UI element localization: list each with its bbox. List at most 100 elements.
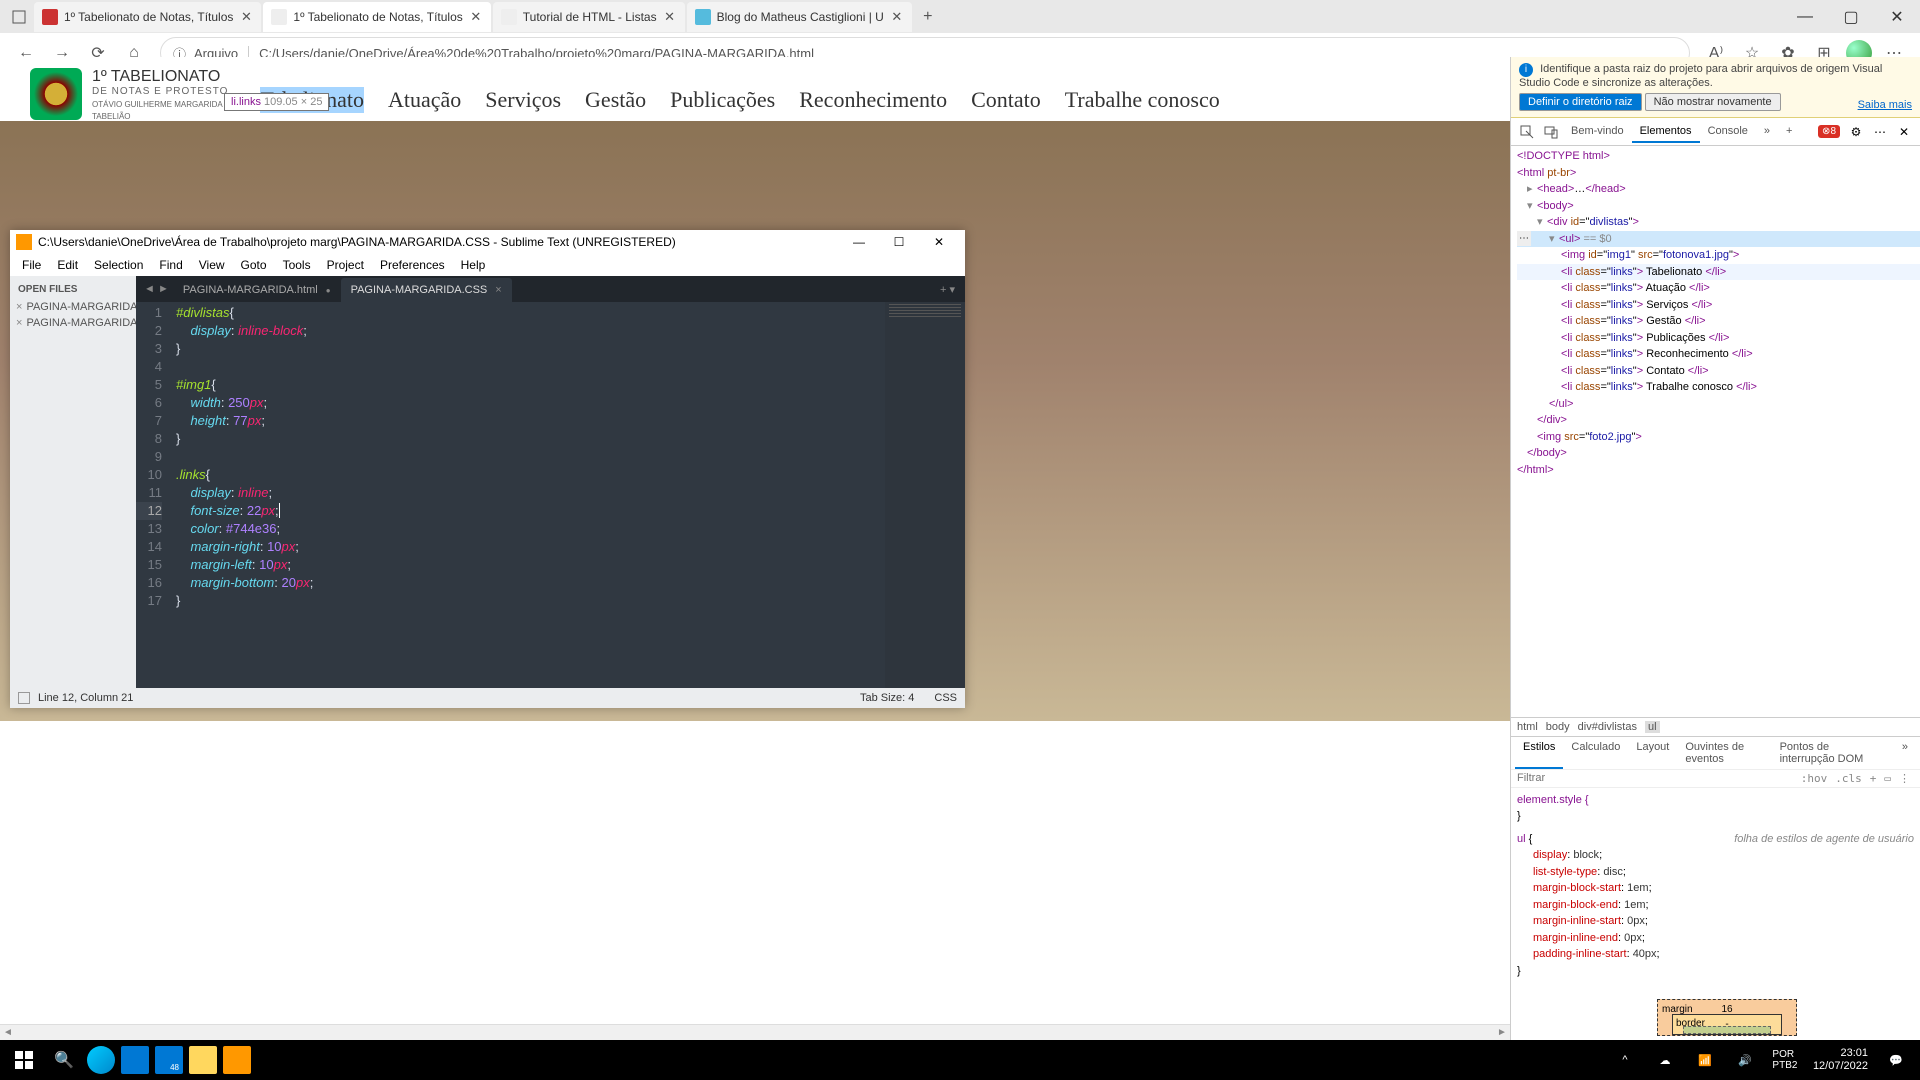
sublime-titlebar[interactable]: C:\Users\danie\OneDrive\Área de Trabalho…: [10, 230, 965, 254]
horizontal-scrollbar[interactable]: ◄►: [0, 1024, 1510, 1040]
browser-tab-3[interactable]: Blog do Matheus Castiglioni | U✕: [687, 2, 912, 32]
sidebar-file-0[interactable]: ×PAGINA-MARGARIDA.h: [10, 299, 136, 315]
code-area[interactable]: #divlistas{ display: inline-block; } #im…: [170, 302, 885, 688]
nav-item-reconhecimento[interactable]: Reconhecimento: [799, 87, 947, 113]
logo-line4: TABELIÃO: [92, 112, 228, 122]
close-icon[interactable]: ✕: [663, 10, 677, 24]
tab-nav-arrows[interactable]: ◄ ►: [140, 283, 173, 295]
browser-tab-2[interactable]: Tutorial de HTML - Listas✕: [493, 2, 685, 32]
styles-tab-listeners[interactable]: Ouvintes de eventos: [1677, 737, 1771, 769]
styles-tabs: Estilos Calculado Layout Ouvintes de eve…: [1511, 736, 1920, 769]
start-button[interactable]: [4, 1040, 44, 1080]
menu-selection[interactable]: Selection: [86, 258, 151, 272]
gutter: 1234567891011121314151617: [136, 302, 170, 688]
sublime-editor[interactable]: 1234567891011121314151617 #divlistas{ di…: [136, 302, 965, 688]
set-root-button[interactable]: Definir o diretório raiz: [1519, 93, 1642, 111]
sublime-menubar: File Edit Selection Find View Goto Tools…: [10, 254, 965, 276]
nav-item-contato[interactable]: Contato: [971, 87, 1041, 113]
dom-tree[interactable]: <!DOCTYPE html> <html pt-br> ▸<head>…</h…: [1511, 146, 1920, 717]
tray-onedrive-icon[interactable]: ☁: [1645, 1040, 1685, 1080]
styles-pane[interactable]: element.style { } ul { folha de estilos …: [1511, 788, 1920, 1041]
devtools-panel: i Identifique a pasta raiz do projeto pa…: [1510, 57, 1920, 1040]
maximize-button[interactable]: ▢: [1828, 1, 1874, 33]
close-icon[interactable]: ✕: [469, 10, 483, 24]
styles-tab-breakpoints[interactable]: Pontos de interrupção DOM: [1772, 737, 1894, 769]
dont-show-button[interactable]: Não mostrar novamente: [1645, 93, 1781, 111]
nav-item-servicos[interactable]: Serviços: [485, 87, 561, 113]
tab-bar: 1º Tabelionato de Notas, Títulos✕ 1º Tab…: [0, 0, 1920, 33]
search-button[interactable]: 🔍: [44, 1040, 84, 1080]
styles-filter-input[interactable]: [1517, 772, 1797, 784]
styles-tab-layout[interactable]: Layout: [1628, 737, 1677, 769]
devtools-tab-welcome[interactable]: Bem-vindo: [1563, 121, 1632, 143]
menu-goto[interactable]: Goto: [233, 258, 275, 272]
tab-actions-icon[interactable]: [8, 6, 30, 28]
tab-overflow-icon[interactable]: + ▾: [934, 283, 961, 296]
menu-project[interactable]: Project: [319, 258, 372, 272]
tray-language[interactable]: PORPTB2: [1765, 1040, 1805, 1080]
devtools-tab-add[interactable]: +: [1778, 121, 1800, 143]
tray-wifi-icon[interactable]: 📶: [1685, 1040, 1725, 1080]
sublime-maximize-button[interactable]: ☐: [879, 231, 919, 253]
logo-line1: 1º TABELIONATO: [92, 67, 228, 86]
sublime-close-button[interactable]: ✕: [919, 231, 959, 253]
browser-tab-1[interactable]: 1º Tabelionato de Notas, Títulos✕: [263, 2, 490, 32]
new-style-rule-icon[interactable]: +: [1870, 772, 1877, 785]
favicon: [501, 9, 517, 25]
browser-tab-0[interactable]: 1º Tabelionato de Notas, Títulos✕: [34, 2, 261, 32]
cls-toggle[interactable]: .cls: [1835, 772, 1862, 785]
styles-more-icon[interactable]: ⋮: [1899, 772, 1910, 785]
sublime-title-text: C:\Users\danie\OneDrive\Área de Trabalho…: [38, 235, 676, 249]
sublime-tab-0[interactable]: PAGINA-MARGARIDA.html●: [173, 278, 341, 302]
menu-help[interactable]: Help: [453, 258, 494, 272]
menu-file[interactable]: File: [14, 258, 49, 272]
devtools-tab-console[interactable]: Console: [1700, 121, 1756, 143]
tray-clock[interactable]: 23:01 12/07/2022: [1805, 1047, 1876, 1073]
devtools-tab-more[interactable]: »: [1756, 121, 1778, 143]
dom-breadcrumb[interactable]: html body div#divlistas ul: [1511, 717, 1920, 736]
taskbar-store[interactable]: [121, 1046, 149, 1074]
status-panel-icon[interactable]: [18, 692, 30, 704]
sublime-minimize-button[interactable]: —: [839, 231, 879, 253]
tray-chevron-icon[interactable]: ^: [1605, 1040, 1645, 1080]
computed-toggle-icon[interactable]: ▭: [1884, 772, 1891, 785]
sublime-tab-1[interactable]: PAGINA-MARGARIDA.CSS×: [341, 278, 512, 302]
new-tab-button[interactable]: +: [914, 3, 942, 31]
styles-tab-calculado[interactable]: Calculado: [1563, 737, 1628, 769]
taskbar-mail[interactable]: 48: [155, 1046, 183, 1074]
tray-notifications-icon[interactable]: 💬: [1876, 1040, 1916, 1080]
menu-preferences[interactable]: Preferences: [372, 258, 453, 272]
hov-toggle[interactable]: :hov: [1801, 772, 1828, 785]
close-icon[interactable]: ✕: [239, 10, 253, 24]
inspect-element-icon[interactable]: [1515, 120, 1539, 144]
error-count-badge[interactable]: ⊗ 8: [1818, 125, 1840, 138]
tray-volume-icon[interactable]: 🔊: [1725, 1040, 1765, 1080]
banner-learn-more-link[interactable]: Saiba mais: [1858, 99, 1912, 111]
status-tabsize[interactable]: Tab Size: 4: [860, 692, 914, 704]
styles-tab-estilos[interactable]: Estilos: [1515, 737, 1563, 769]
menu-edit[interactable]: Edit: [49, 258, 86, 272]
close-icon[interactable]: ✕: [890, 10, 904, 24]
devtools-more-icon[interactable]: ⋯: [1868, 120, 1892, 144]
styles-tab-more[interactable]: »: [1894, 737, 1916, 769]
nav-item-atuacao[interactable]: Atuação: [388, 87, 461, 113]
close-window-button[interactable]: ✕: [1874, 1, 1920, 33]
menu-find[interactable]: Find: [151, 258, 190, 272]
nav-item-trabalhe[interactable]: Trabalhe conosco: [1065, 87, 1220, 113]
sidebar-file-1[interactable]: ×PAGINA-MARGARIDA.C: [10, 315, 136, 331]
nav-item-gestao[interactable]: Gestão: [585, 87, 646, 113]
menu-tools[interactable]: Tools: [275, 258, 319, 272]
sublime-sidebar: OPEN FILES ×PAGINA-MARGARIDA.h ×PAGINA-M…: [10, 276, 136, 688]
settings-icon[interactable]: ⚙: [1844, 120, 1868, 144]
status-syntax[interactable]: CSS: [934, 692, 957, 704]
nav-item-publicacoes[interactable]: Publicações: [670, 87, 775, 113]
menu-view[interactable]: View: [191, 258, 233, 272]
minimize-button[interactable]: —: [1782, 1, 1828, 33]
taskbar-explorer[interactable]: [189, 1046, 217, 1074]
devtools-tab-elements[interactable]: Elementos: [1632, 121, 1700, 143]
minimap[interactable]: [885, 302, 965, 688]
taskbar-edge[interactable]: [87, 1046, 115, 1074]
taskbar-sublime[interactable]: [223, 1046, 251, 1074]
devtools-close-icon[interactable]: ✕: [1892, 120, 1916, 144]
device-toggle-icon[interactable]: [1539, 120, 1563, 144]
